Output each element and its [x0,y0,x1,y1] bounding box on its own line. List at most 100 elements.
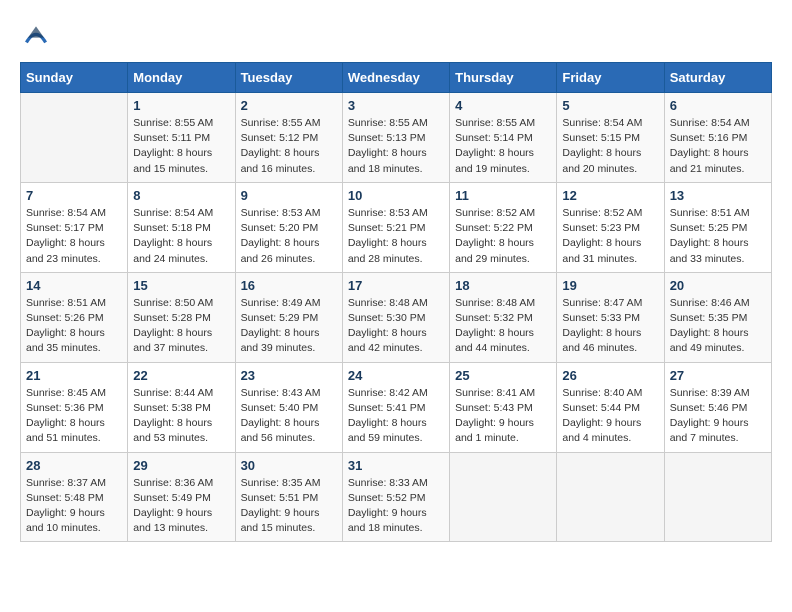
day-info: Sunrise: 8:48 AM Sunset: 5:30 PM Dayligh… [348,296,444,357]
day-number: 27 [670,368,766,383]
column-header-friday: Friday [557,63,664,93]
calendar-cell: 14 Sunrise: 8:51 AM Sunset: 5:26 PM Dayli… [21,272,128,362]
day-number: 8 [133,188,229,203]
day-number: 17 [348,278,444,293]
column-header-saturday: Saturday [664,63,771,93]
calendar-cell: 15 Sunrise: 8:50 AM Sunset: 5:28 PM Dayli… [128,272,235,362]
day-info: Sunrise: 8:50 AM Sunset: 5:28 PM Dayligh… [133,296,229,357]
calendar-cell: 13 Sunrise: 8:51 AM Sunset: 5:25 PM Dayli… [664,182,771,272]
calendar-cell: 5Sunrise: 8:54 AM Sunset: 5:15 PM Daylig… [557,93,664,183]
column-header-thursday: Thursday [450,63,557,93]
calendar-table: SundayMondayTuesdayWednesdayThursdayFrid… [20,62,772,542]
day-number: 30 [241,458,337,473]
calendar-cell: 1 Sunrise: 8:55 AM Sunset: 5:11 PM Daylig… [128,93,235,183]
calendar-cell: 27Sunrise: 8:39 AM Sunset: 5:46 PM Dayli… [664,362,771,452]
day-info: Sunrise: 8:42 AM Sunset: 5:41 PM Dayligh… [348,386,444,447]
day-info: Sunrise: 8:44 AM Sunset: 5:38 PM Dayligh… [133,386,229,447]
calendar-week-row: 28 Sunrise: 8:37 AM Sunset: 5:48 PM Dayli… [21,452,772,542]
day-number: 9 [241,188,337,203]
day-info: Sunrise: 8:53 AM Sunset: 5:20 PM Dayligh… [241,206,337,267]
day-info: Sunrise: 8:36 AM Sunset: 5:49 PM Dayligh… [133,476,229,537]
page-header [20,20,772,52]
calendar-cell: 31 Sunrise: 8:33 AM Sunset: 5:52 PM Dayli… [342,452,449,542]
calendar-cell: 20 Sunrise: 8:46 AM Sunset: 5:35 PM Dayli… [664,272,771,362]
calendar-cell: 2 Sunrise: 8:55 AM Sunset: 5:12 PM Daylig… [235,93,342,183]
day-info: Sunrise: 8:46 AM Sunset: 5:35 PM Dayligh… [670,296,766,357]
day-number: 20 [670,278,766,293]
calendar-cell: 25 Sunrise: 8:41 AM Sunset: 5:43 PM Dayli… [450,362,557,452]
calendar-cell [557,452,664,542]
calendar-cell: 7 Sunrise: 8:54 AM Sunset: 5:17 PM Daylig… [21,182,128,272]
column-header-tuesday: Tuesday [235,63,342,93]
day-info: Sunrise: 8:52 AM Sunset: 5:22 PM Dayligh… [455,206,551,267]
column-header-wednesday: Wednesday [342,63,449,93]
day-info: Sunrise: 8:51 AM Sunset: 5:26 PM Dayligh… [26,296,122,357]
day-number: 2 [241,98,337,113]
calendar-week-row: 1 Sunrise: 8:55 AM Sunset: 5:11 PM Daylig… [21,93,772,183]
day-number: 3 [348,98,444,113]
calendar-cell: 11 Sunrise: 8:52 AM Sunset: 5:22 PM Dayli… [450,182,557,272]
calendar-cell: 17 Sunrise: 8:48 AM Sunset: 5:30 PM Dayli… [342,272,449,362]
day-info: Sunrise: 8:47 AM Sunset: 5:33 PM Dayligh… [562,296,658,357]
day-number: 11 [455,188,551,203]
calendar-cell: 24 Sunrise: 8:42 AM Sunset: 5:41 PM Dayli… [342,362,449,452]
day-number: 14 [26,278,122,293]
day-info: Sunrise: 8:52 AM Sunset: 5:23 PM Dayligh… [562,206,658,267]
day-number: 13 [670,188,766,203]
day-info: Sunrise: 8:35 AM Sunset: 5:51 PM Dayligh… [241,476,337,537]
day-number: 4 [455,98,551,113]
calendar-cell: 28 Sunrise: 8:37 AM Sunset: 5:48 PM Dayli… [21,452,128,542]
calendar-cell: 29 Sunrise: 8:36 AM Sunset: 5:49 PM Dayli… [128,452,235,542]
calendar-cell: 23 Sunrise: 8:43 AM Sunset: 5:40 PM Dayli… [235,362,342,452]
calendar-cell: 4 Sunrise: 8:55 AM Sunset: 5:14 PM Daylig… [450,93,557,183]
day-info: Sunrise: 8:54 AM Sunset: 5:17 PM Dayligh… [26,206,122,267]
day-number: 1 [133,98,229,113]
day-number: 28 [26,458,122,473]
day-info: Sunrise: 8:54 AM Sunset: 5:15 PM Dayligh… [562,116,658,177]
day-number: 25 [455,368,551,383]
calendar-cell: 12Sunrise: 8:52 AM Sunset: 5:23 PM Dayli… [557,182,664,272]
day-info: Sunrise: 8:51 AM Sunset: 5:25 PM Dayligh… [670,206,766,267]
day-number: 22 [133,368,229,383]
calendar-week-row: 7 Sunrise: 8:54 AM Sunset: 5:17 PM Daylig… [21,182,772,272]
logo-icon [20,20,52,52]
day-info: Sunrise: 8:55 AM Sunset: 5:13 PM Dayligh… [348,116,444,177]
calendar-cell: 19 Sunrise: 8:47 AM Sunset: 5:33 PM Dayli… [557,272,664,362]
calendar-cell: 18Sunrise: 8:48 AM Sunset: 5:32 PM Dayli… [450,272,557,362]
day-number: 6 [670,98,766,113]
day-info: Sunrise: 8:40 AM Sunset: 5:44 PM Dayligh… [562,386,658,447]
day-number: 16 [241,278,337,293]
column-header-monday: Monday [128,63,235,93]
day-number: 18 [455,278,551,293]
logo [20,20,56,52]
day-number: 19 [562,278,658,293]
day-number: 24 [348,368,444,383]
day-info: Sunrise: 8:33 AM Sunset: 5:52 PM Dayligh… [348,476,444,537]
calendar-cell: 3 Sunrise: 8:55 AM Sunset: 5:13 PM Daylig… [342,93,449,183]
day-number: 21 [26,368,122,383]
day-info: Sunrise: 8:55 AM Sunset: 5:12 PM Dayligh… [241,116,337,177]
day-number: 15 [133,278,229,293]
calendar-header: SundayMondayTuesdayWednesdayThursdayFrid… [21,63,772,93]
day-number: 31 [348,458,444,473]
calendar-cell: 26 Sunrise: 8:40 AM Sunset: 5:44 PM Dayli… [557,362,664,452]
day-number: 7 [26,188,122,203]
day-number: 10 [348,188,444,203]
day-info: Sunrise: 8:37 AM Sunset: 5:48 PM Dayligh… [26,476,122,537]
calendar-cell: 16Sunrise: 8:49 AM Sunset: 5:29 PM Dayli… [235,272,342,362]
day-info: Sunrise: 8:53 AM Sunset: 5:21 PM Dayligh… [348,206,444,267]
day-info: Sunrise: 8:55 AM Sunset: 5:11 PM Dayligh… [133,116,229,177]
day-info: Sunrise: 8:55 AM Sunset: 5:14 PM Dayligh… [455,116,551,177]
day-info: Sunrise: 8:41 AM Sunset: 5:43 PM Dayligh… [455,386,551,447]
calendar-body: 1 Sunrise: 8:55 AM Sunset: 5:11 PM Daylig… [21,93,772,542]
day-info: Sunrise: 8:54 AM Sunset: 5:16 PM Dayligh… [670,116,766,177]
calendar-cell: 6 Sunrise: 8:54 AM Sunset: 5:16 PM Daylig… [664,93,771,183]
calendar-week-row: 14 Sunrise: 8:51 AM Sunset: 5:26 PM Dayli… [21,272,772,362]
day-number: 26 [562,368,658,383]
calendar-cell: 9 Sunrise: 8:53 AM Sunset: 5:20 PM Daylig… [235,182,342,272]
day-number: 29 [133,458,229,473]
day-info: Sunrise: 8:54 AM Sunset: 5:18 PM Dayligh… [133,206,229,267]
day-info: Sunrise: 8:43 AM Sunset: 5:40 PM Dayligh… [241,386,337,447]
header-row: SundayMondayTuesdayWednesdayThursdayFrid… [21,63,772,93]
day-number: 23 [241,368,337,383]
